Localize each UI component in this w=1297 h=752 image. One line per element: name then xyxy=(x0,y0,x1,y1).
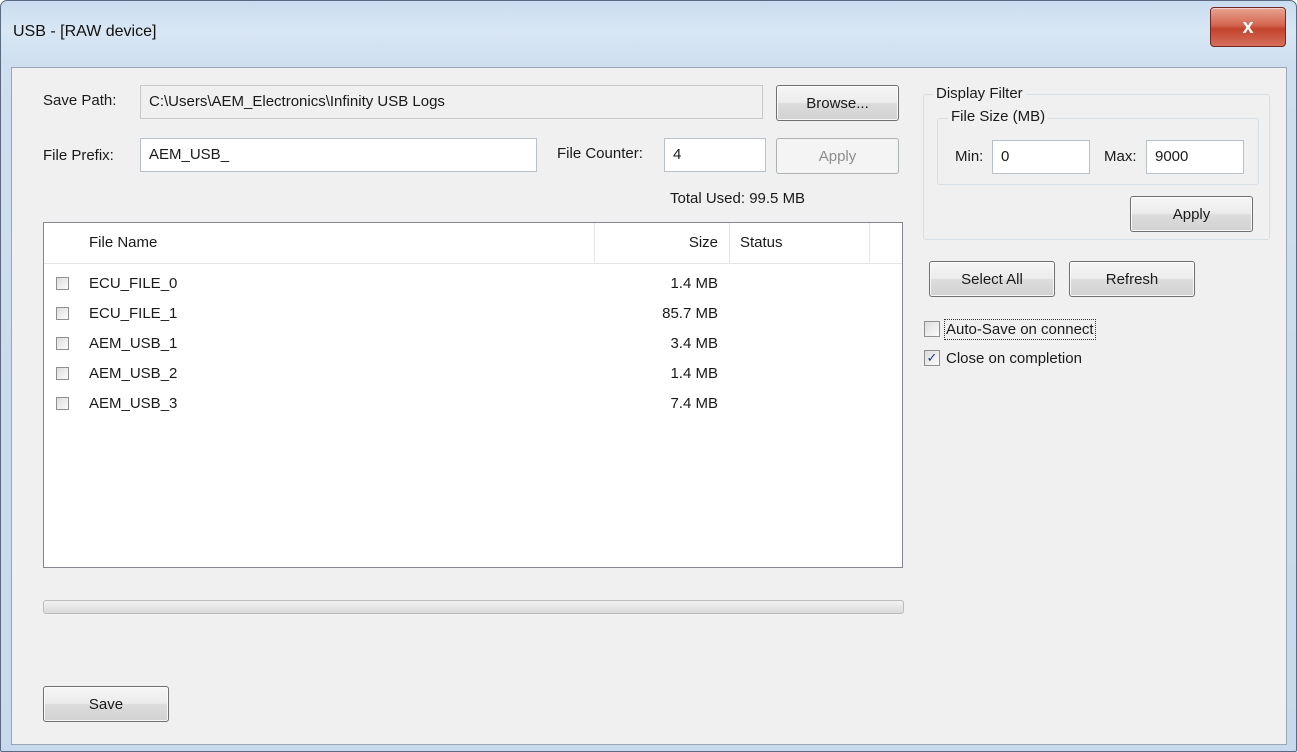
column-header-size[interactable]: Size xyxy=(689,234,718,251)
row-checkbox[interactable] xyxy=(56,277,69,290)
counter-apply-button[interactable]: Apply xyxy=(776,138,899,174)
file-size-cell: 1.4 MB xyxy=(670,365,718,382)
window-title: USB - [RAW device] xyxy=(13,23,157,40)
column-divider[interactable] xyxy=(594,223,595,263)
max-label: Max: xyxy=(1104,148,1137,165)
file-row[interactable]: AEM_USB_1 3.4 MB xyxy=(44,329,902,359)
file-counter-label: File Counter: xyxy=(557,145,643,162)
column-divider[interactable] xyxy=(869,223,870,263)
title-bar[interactable]: USB - [RAW device] x xyxy=(1,1,1296,67)
dialog-window: USB - [RAW device] x Save Path: C:\Users… xyxy=(0,0,1297,752)
save-path-field: C:\Users\AEM_Electronics\Infinity USB Lo… xyxy=(140,85,763,119)
file-name-cell: ECU_FILE_0 xyxy=(89,275,178,292)
close-on-completion-option[interactable]: ✓ Close on completion xyxy=(924,347,1082,369)
column-divider[interactable] xyxy=(729,223,730,263)
filter-apply-button[interactable]: Apply xyxy=(1130,196,1253,232)
max-size-input[interactable]: 9000 xyxy=(1146,140,1244,174)
save-path-label: Save Path: xyxy=(43,92,117,109)
close-on-completion-checkbox[interactable]: ✓ xyxy=(924,350,940,366)
file-size-cell: 85.7 MB xyxy=(662,305,718,322)
file-name-cell: AEM_USB_3 xyxy=(89,395,178,412)
close-on-completion-label[interactable]: Close on completion xyxy=(946,350,1082,367)
total-used-text: Total Used: 99.5 MB xyxy=(670,190,806,207)
select-all-button[interactable]: Select All xyxy=(929,261,1055,297)
column-header-status[interactable]: Status xyxy=(740,234,783,251)
file-list[interactable]: File Name Size Status ECU_FILE_0 1.4 MB … xyxy=(43,222,903,568)
close-button[interactable]: x xyxy=(1210,7,1286,47)
row-checkbox[interactable] xyxy=(56,337,69,350)
file-size-title: File Size (MB) xyxy=(948,108,1049,125)
row-checkbox[interactable] xyxy=(56,307,69,320)
file-prefix-label: File Prefix: xyxy=(43,147,114,164)
file-row[interactable]: AEM_USB_3 7.4 MB xyxy=(44,389,902,419)
file-row[interactable]: AEM_USB_2 1.4 MB xyxy=(44,359,902,389)
file-size-cell: 1.4 MB xyxy=(670,275,718,292)
file-name-cell: ECU_FILE_1 xyxy=(89,305,178,322)
save-button[interactable]: Save xyxy=(43,686,169,722)
progress-bar xyxy=(43,600,904,614)
file-name-cell: AEM_USB_1 xyxy=(89,335,178,352)
file-row[interactable]: ECU_FILE_1 85.7 MB xyxy=(44,299,902,329)
file-prefix-input[interactable]: AEM_USB_ xyxy=(140,138,537,172)
file-row[interactable]: ECU_FILE_0 1.4 MB xyxy=(44,269,902,299)
display-filter-title: Display Filter xyxy=(933,85,1026,102)
file-counter-input[interactable]: 4 xyxy=(664,138,766,172)
row-checkbox[interactable] xyxy=(56,397,69,410)
auto-save-option[interactable]: Auto-Save on connect xyxy=(924,318,1096,340)
min-size-input[interactable]: 0 xyxy=(992,140,1090,174)
browse-button[interactable]: Browse... xyxy=(776,85,899,121)
min-label: Min: xyxy=(955,148,984,165)
auto-save-label[interactable]: Auto-Save on connect xyxy=(944,318,1096,340)
file-name-cell: AEM_USB_2 xyxy=(89,365,178,382)
file-size-cell: 7.4 MB xyxy=(670,395,718,412)
dialog-client-area: Save Path: C:\Users\AEM_Electronics\Infi… xyxy=(11,67,1287,745)
checkmark-icon: ✓ xyxy=(926,350,938,365)
refresh-button[interactable]: Refresh xyxy=(1069,261,1195,297)
auto-save-checkbox[interactable] xyxy=(924,321,940,337)
close-icon: x xyxy=(1242,15,1254,38)
row-checkbox[interactable] xyxy=(56,367,69,380)
file-list-header: File Name Size Status xyxy=(44,223,902,264)
file-size-cell: 3.4 MB xyxy=(670,335,718,352)
column-header-file-name[interactable]: File Name xyxy=(89,234,157,251)
